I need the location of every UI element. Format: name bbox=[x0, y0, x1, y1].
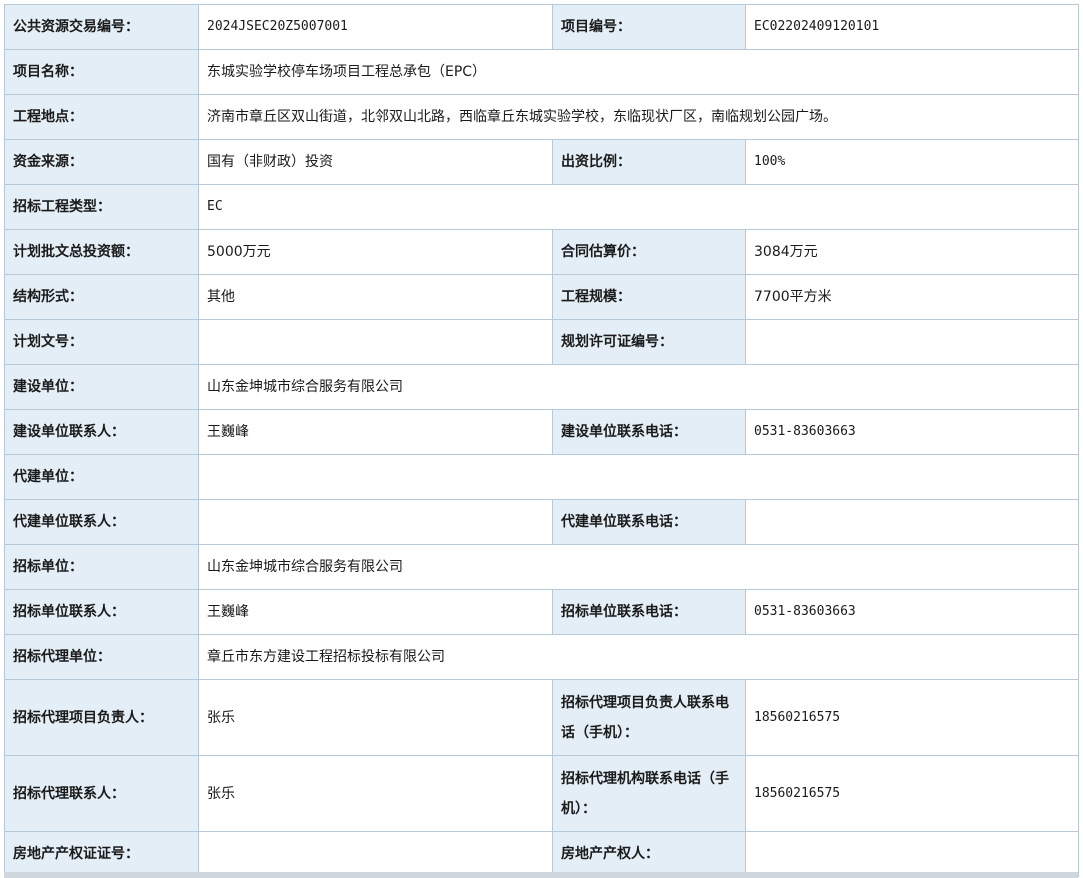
invest-ratio-value: 100% bbox=[745, 139, 1079, 185]
row-builder-contact: 建设单位联系人： 王巍峰 建设单位联系电话： 0531-83603663 bbox=[4, 409, 1079, 455]
project-no-label: 项目编号： bbox=[552, 4, 746, 50]
fund-source-value: 国有（非财政）投资 bbox=[198, 139, 553, 185]
agent-builder-phone-label: 代建单位联系电话： bbox=[552, 499, 746, 545]
contract-estimate-value: 3084万元 bbox=[745, 229, 1079, 275]
tenderer-contact-label: 招标单位联系人： bbox=[4, 589, 199, 635]
agency-leader-phone-label: 招标代理项目负责人联系电话（手机）： bbox=[552, 679, 746, 756]
invest-ratio-label: 出资比例： bbox=[552, 139, 746, 185]
trade-no-value: 2024JSEC20Z5007001 bbox=[198, 4, 553, 50]
row-trade-no: 公共资源交易编号： 2024JSEC20Z5007001 项目编号： EC022… bbox=[4, 4, 1079, 50]
builder-label: 建设单位： bbox=[4, 364, 199, 410]
agency-contact-label: 招标代理联系人： bbox=[4, 755, 199, 832]
agency-leader-value: 张乐 bbox=[198, 679, 553, 756]
agent-builder-contact-label: 代建单位联系人： bbox=[4, 499, 199, 545]
project-name-label: 项目名称： bbox=[4, 49, 199, 95]
agency-phone-label: 招标代理机构联系电话（手机）： bbox=[552, 755, 746, 832]
agent-builder-phone-value bbox=[745, 499, 1079, 545]
project-info-table: 公共资源交易编号： 2024JSEC20Z5007001 项目编号： EC022… bbox=[4, 4, 1079, 877]
agent-builder-contact-value bbox=[198, 499, 553, 545]
structure-value: 其他 bbox=[198, 274, 553, 320]
scale-label: 工程规模： bbox=[552, 274, 746, 320]
permit-no-label: 规划许可证编号： bbox=[552, 319, 746, 365]
row-tenderer-contact: 招标单位联系人： 王巍峰 招标单位联系电话： 0531-83603663 bbox=[4, 589, 1079, 635]
builder-contact-value: 王巍峰 bbox=[198, 409, 553, 455]
tender-type-label: 招标工程类型： bbox=[4, 184, 199, 230]
tenderer-contact-value: 王巍峰 bbox=[198, 589, 553, 635]
property-cert-value bbox=[198, 831, 553, 877]
row-fund-source: 资金来源： 国有（非财政）投资 出资比例： 100% bbox=[4, 139, 1079, 185]
builder-value: 山东金坤城市综合服务有限公司 bbox=[198, 364, 1079, 410]
tender-type-value: EC bbox=[198, 184, 1079, 230]
table-bottom-border bbox=[4, 872, 1078, 878]
row-builder: 建设单位： 山东金坤城市综合服务有限公司 bbox=[4, 364, 1079, 410]
row-tenderer: 招标单位： 山东金坤城市综合服务有限公司 bbox=[4, 544, 1079, 590]
row-agency-contact: 招标代理联系人： 张乐 招标代理机构联系电话（手机）： 18560216575 bbox=[4, 755, 1079, 832]
row-agency-leader: 招标代理项目负责人： 张乐 招标代理项目负责人联系电话（手机）： 1856021… bbox=[4, 679, 1079, 756]
property-owner-label: 房地产产权人： bbox=[552, 831, 746, 877]
agency-label: 招标代理单位： bbox=[4, 634, 199, 680]
tenderer-label: 招标单位： bbox=[4, 544, 199, 590]
row-location: 工程地点： 济南市章丘区双山街道，北邻双山北路，西临章丘东城实验学校，东临现状厂… bbox=[4, 94, 1079, 140]
row-agent-builder: 代建单位： bbox=[4, 454, 1079, 500]
permit-no-value bbox=[745, 319, 1079, 365]
project-name-value: 东城实验学校停车场项目工程总承包（EPC） bbox=[198, 49, 1079, 95]
row-property: 房地产产权证证号： 房地产产权人： bbox=[4, 831, 1079, 877]
tenderer-phone-value: 0531-83603663 bbox=[745, 589, 1079, 635]
property-cert-label: 房地产产权证证号： bbox=[4, 831, 199, 877]
project-info-panel: 公共资源交易编号： 2024JSEC20Z5007001 项目编号： EC022… bbox=[4, 4, 1079, 877]
location-label: 工程地点： bbox=[4, 94, 199, 140]
agency-contact-value: 张乐 bbox=[198, 755, 553, 832]
row-plan-doc-no: 计划文号： 规划许可证编号： bbox=[4, 319, 1079, 365]
plan-doc-no-label: 计划文号： bbox=[4, 319, 199, 365]
tenderer-value: 山东金坤城市综合服务有限公司 bbox=[198, 544, 1079, 590]
row-agent-builder-contact: 代建单位联系人： 代建单位联系电话： bbox=[4, 499, 1079, 545]
builder-phone-value: 0531-83603663 bbox=[745, 409, 1079, 455]
tenderer-phone-label: 招标单位联系电话： bbox=[552, 589, 746, 635]
agency-leader-phone-value: 18560216575 bbox=[745, 679, 1079, 756]
agent-builder-label: 代建单位： bbox=[4, 454, 199, 500]
agency-leader-label: 招标代理项目负责人： bbox=[4, 679, 199, 756]
plan-doc-no-value bbox=[198, 319, 553, 365]
row-tender-type: 招标工程类型： EC bbox=[4, 184, 1079, 230]
structure-label: 结构形式： bbox=[4, 274, 199, 320]
plan-total-label: 计划批文总投资额： bbox=[4, 229, 199, 275]
row-plan-total: 计划批文总投资额： 5000万元 合同估算价： 3084万元 bbox=[4, 229, 1079, 275]
builder-contact-label: 建设单位联系人： bbox=[4, 409, 199, 455]
row-project-name: 项目名称： 东城实验学校停车场项目工程总承包（EPC） bbox=[4, 49, 1079, 95]
row-structure: 结构形式： 其他 工程规模： 7700平方米 bbox=[4, 274, 1079, 320]
property-owner-value bbox=[745, 831, 1079, 877]
plan-total-value: 5000万元 bbox=[198, 229, 553, 275]
builder-phone-label: 建设单位联系电话： bbox=[552, 409, 746, 455]
scale-value: 7700平方米 bbox=[745, 274, 1079, 320]
row-agency: 招标代理单位： 章丘市东方建设工程招标投标有限公司 bbox=[4, 634, 1079, 680]
contract-estimate-label: 合同估算价： bbox=[552, 229, 746, 275]
agency-phone-value: 18560216575 bbox=[745, 755, 1079, 832]
fund-source-label: 资金来源： bbox=[4, 139, 199, 185]
project-no-value: EC02202409120101 bbox=[745, 4, 1079, 50]
agency-value: 章丘市东方建设工程招标投标有限公司 bbox=[198, 634, 1079, 680]
location-value: 济南市章丘区双山街道，北邻双山北路，西临章丘东城实验学校，东临现状厂区，南临规划… bbox=[198, 94, 1079, 140]
agent-builder-value bbox=[198, 454, 1079, 500]
trade-no-label: 公共资源交易编号： bbox=[4, 4, 199, 50]
